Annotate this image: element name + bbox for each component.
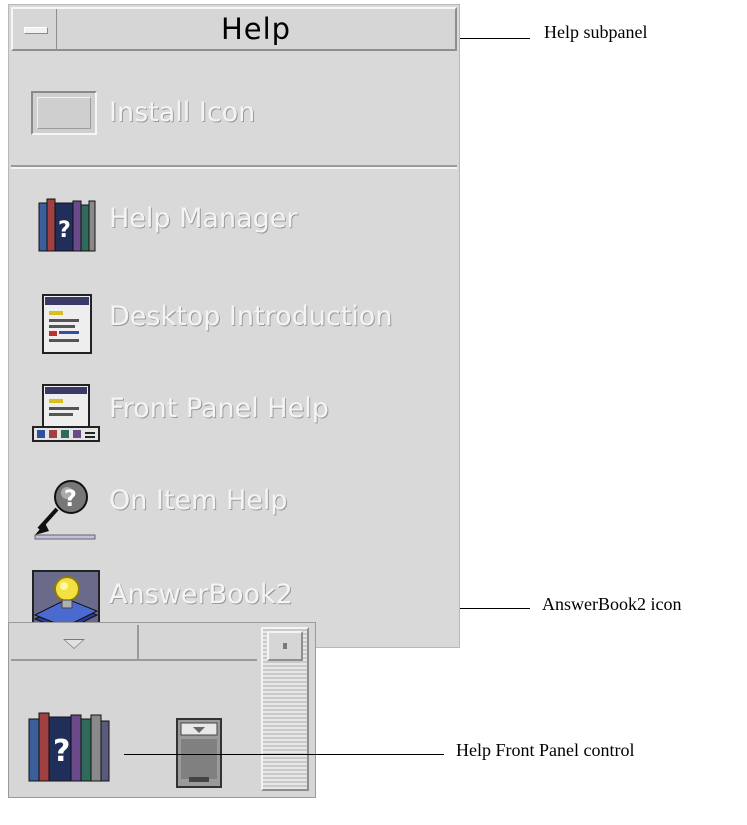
window-menu-button[interactable]: [13, 9, 57, 49]
front-panel-help-icon: [32, 384, 100, 442]
subpanel-item-label: Desktop Introduction: [109, 301, 393, 332]
printer-icon: [176, 718, 222, 788]
svg-text:?: ?: [58, 218, 71, 243]
help-subpanel: Help Install Icon ? Help Manager Desktop…: [8, 4, 460, 648]
subpanel-item-on-item-help[interactable]: ? On Item Help: [11, 461, 457, 551]
callout-help-front-panel-control: Help Front Panel control: [456, 740, 635, 760]
svg-text:?: ?: [53, 734, 70, 769]
install-icon-drop-zone[interactable]: Install Icon: [11, 53, 457, 165]
help-books-icon: ?: [28, 712, 110, 782]
help-manager-icon: ?: [38, 198, 96, 252]
subpanel-item-desktop-introduction[interactable]: Desktop Introduction: [11, 277, 457, 367]
subpanel-item-label: On Item Help: [109, 485, 288, 516]
on-item-help-icon: ?: [34, 480, 96, 540]
minimize-bar-icon: [24, 27, 48, 34]
subpanel-item-label: AnswerBook2: [109, 579, 293, 610]
subpanel-item-front-panel-help[interactable]: Front Panel Help: [11, 369, 457, 459]
help-front-panel: ?: [8, 622, 316, 798]
subpanel-title: Help: [220, 12, 292, 46]
callout-answerbook2-icon: AnswerBook2 icon: [542, 594, 682, 614]
subpanel-item-help-manager[interactable]: ? Help Manager: [11, 179, 457, 269]
subpanel-item-label: Front Panel Help: [109, 393, 329, 424]
help-front-panel-control[interactable]: ?: [25, 709, 117, 783]
callout-line-answerbook2-icon: [460, 608, 530, 609]
svg-text:?: ?: [64, 487, 77, 512]
subpanel-arrow-button[interactable]: [11, 625, 139, 659]
callout-help-subpanel: Help subpanel: [544, 22, 648, 42]
front-panel-scrollbar[interactable]: [261, 627, 309, 791]
subpanel-item-label: Help Manager: [109, 203, 298, 234]
install-icon-box: [31, 91, 97, 135]
callout-line-help-subpanel: [460, 38, 530, 39]
subpanel-title-bar: Help: [11, 7, 457, 51]
install-icon-label: Install Icon: [109, 97, 256, 128]
front-panel-arrow-row: [11, 625, 257, 661]
printer-control[interactable]: [169, 715, 229, 791]
desktop-introduction-icon: [42, 294, 92, 354]
callout-line-help-front-panel-control: [124, 754, 444, 755]
triangle-down-icon: [63, 639, 85, 649]
scrollbar-handle[interactable]: [267, 631, 303, 661]
subpanel-separator: [11, 165, 457, 169]
